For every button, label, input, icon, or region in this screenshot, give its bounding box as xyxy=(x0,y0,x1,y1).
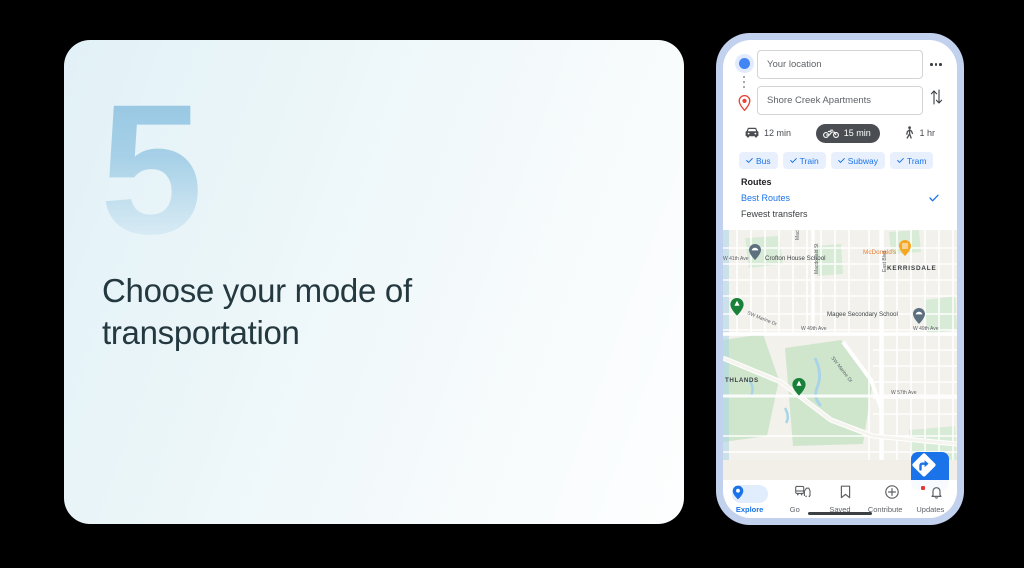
route-option-best[interactable]: Best Routes xyxy=(741,193,939,203)
travel-mode-row: 12 min 15 min 1 hr xyxy=(731,115,949,143)
origin-input[interactable]: Your location xyxy=(757,50,923,79)
check-icon xyxy=(929,194,939,202)
nav-item-saved[interactable]: Saved xyxy=(818,485,862,514)
page-title: Choose your mode of transportation xyxy=(102,272,412,352)
car-icon xyxy=(745,127,759,140)
step-card: 5 Choose your mode of transportation xyxy=(64,40,684,524)
routes-section: Routes Best Routes Fewest transfers xyxy=(731,169,949,230)
route-dotted-line xyxy=(743,76,745,88)
map-label-macdonald: Macdonald St xyxy=(814,243,820,274)
phone-mockup: Your location Shore Creek Apartments 12 … xyxy=(716,33,964,525)
travel-mode-motorcycle-duration: 15 min xyxy=(843,128,871,138)
map-label-southlands: THLANDS xyxy=(725,377,759,384)
travel-mode-walk[interactable]: 1 hr xyxy=(904,126,935,141)
travel-mode-walk-duration: 1 hr xyxy=(919,128,935,138)
travel-mode-motorcycle[interactable]: 15 min xyxy=(815,124,880,143)
step-number: 5 xyxy=(100,67,203,273)
nav-item-go[interactable]: Go xyxy=(773,485,817,514)
route-option-fewest-transfers-label: Fewest transfers xyxy=(741,209,808,219)
motorcycle-icon xyxy=(822,127,839,140)
map-label-49th-a: W 49th Ave xyxy=(801,326,827,332)
route-endpoints xyxy=(731,50,757,111)
nav-item-contribute-label: Contribute xyxy=(867,505,903,514)
screenshot-root: 5 Choose your mode of transportation You… xyxy=(0,0,1024,568)
destination-input-value: Shore Creek Apartments xyxy=(767,95,872,106)
check-icon xyxy=(837,158,845,163)
map-view[interactable]: Crofton House School McDonald's KERRISDA… xyxy=(723,230,957,518)
filter-chip-subway-label: Subway xyxy=(847,155,878,166)
kebab-menu-icon[interactable] xyxy=(930,50,942,79)
map-label-mack: Mack xyxy=(795,230,801,240)
map-canvas: Crofton House School McDonald's KERRISDA… xyxy=(723,230,957,460)
map-label-east-blvd: East Blvd xyxy=(882,251,888,272)
route-option-best-label: Best Routes xyxy=(741,193,791,203)
map-label-magee: Magee Secondary School xyxy=(827,311,898,318)
bottom-navigation: Explore Go Saved Contribute Updates xyxy=(723,480,957,518)
map-label-41st: W 41th Ave xyxy=(723,256,749,262)
travel-mode-car-duration: 12 min xyxy=(764,128,792,138)
check-icon xyxy=(897,158,904,163)
map-label-57th: W 57th Ave xyxy=(891,390,917,396)
directions-panel: Your location Shore Creek Apartments 12 … xyxy=(723,40,957,230)
home-indicator xyxy=(808,512,872,515)
travel-mode-car[interactable]: 12 min xyxy=(745,127,791,140)
map-label-mcdonalds: McDonald's xyxy=(863,249,896,256)
blue-dot-icon xyxy=(738,58,750,69)
transit-filter-chips: Bus Train Subway Tram xyxy=(731,143,949,169)
swap-vertical-icon[interactable] xyxy=(929,79,944,115)
filter-chip-train[interactable]: Train xyxy=(782,152,826,169)
phone-screen: Your location Shore Creek Apartments 12 … xyxy=(723,40,957,518)
filter-chip-tram[interactable]: Tram xyxy=(889,152,934,169)
destination-input[interactable]: Shore Creek Apartments xyxy=(757,86,923,115)
nav-item-contribute[interactable]: Contribute xyxy=(863,485,907,514)
filter-chip-train-label: Train xyxy=(799,155,819,166)
origin-input-value: Your location xyxy=(767,59,822,70)
route-option-fewest-transfers[interactable]: Fewest transfers xyxy=(741,209,939,219)
filter-chip-subway[interactable]: Subway xyxy=(830,152,885,169)
check-icon xyxy=(746,158,753,163)
filter-chip-bus-label: Bus xyxy=(756,155,771,166)
nav-item-updates-label: Updates xyxy=(916,505,945,514)
filter-chip-tram-label: Tram xyxy=(906,155,927,166)
check-icon xyxy=(789,158,797,163)
updates-badge xyxy=(921,486,926,490)
walk-icon xyxy=(904,126,914,141)
map-label-kerrisdale: KERRISDALE xyxy=(887,265,937,272)
nav-item-go-label: Go xyxy=(789,505,800,514)
nav-item-explore-label: Explore xyxy=(735,505,764,514)
filter-chip-bus[interactable]: Bus xyxy=(739,152,778,169)
map-label-49th-b: W 49th Ave xyxy=(913,326,939,332)
location-pin-icon xyxy=(731,485,768,503)
nav-item-updates[interactable]: Updates xyxy=(908,485,952,514)
routes-heading: Routes xyxy=(741,177,772,187)
nav-item-explore[interactable]: Explore xyxy=(728,485,772,514)
red-pin-icon xyxy=(738,95,751,111)
